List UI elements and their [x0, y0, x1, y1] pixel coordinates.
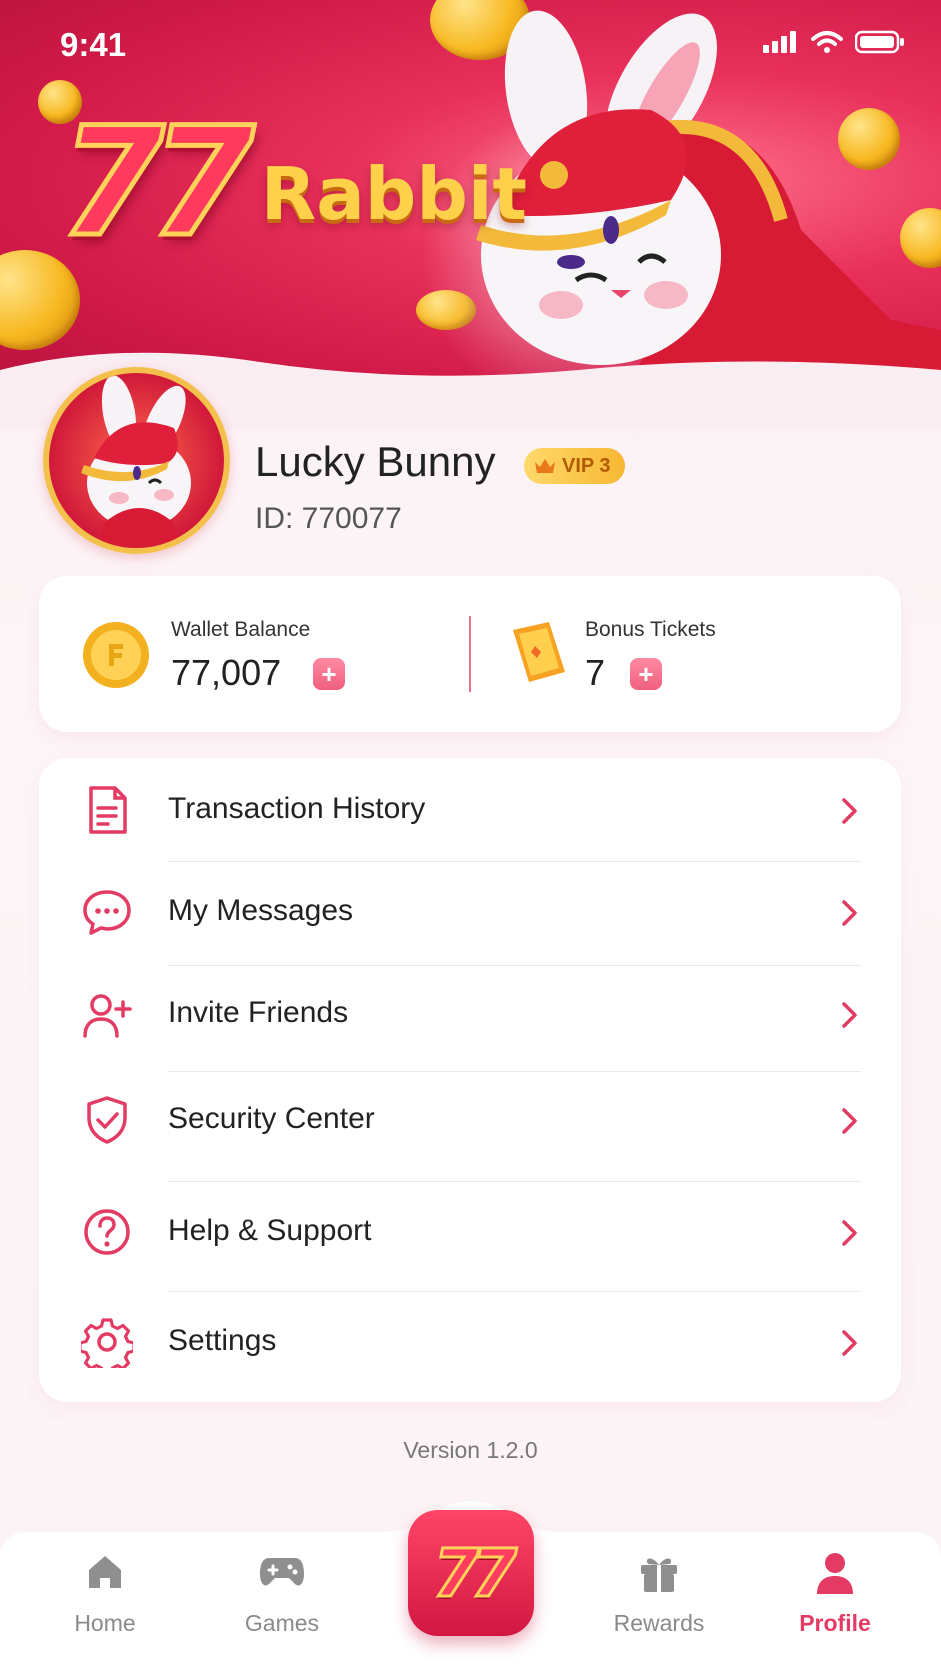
menu-item-label: My Messages — [168, 894, 354, 927]
menu-item-label: Settings — [168, 1324, 277, 1357]
chevron-right-icon — [842, 900, 857, 926]
ticket-icon — [513, 622, 565, 682]
home-icon — [89, 1556, 121, 1588]
shield-check-icon — [87, 1096, 127, 1144]
chevron-right-icon — [842, 1220, 857, 1246]
app-logo: 77 Rabbit — [58, 96, 527, 270]
tab-games[interactable]: Games — [202, 1520, 362, 1660]
crown-icon — [535, 459, 555, 473]
menu-item-transaction-history[interactable]: Transaction History — [39, 758, 901, 862]
menu-list: Transaction History My Messages Invite F… — [39, 758, 901, 1402]
question-circle-icon — [84, 1209, 130, 1255]
wallet-divider — [469, 616, 471, 692]
gift-icon — [641, 1558, 677, 1592]
signal-icon — [763, 31, 796, 53]
person-icon — [817, 1553, 853, 1594]
tab-label: Rewards — [613, 1610, 705, 1636]
vip-badge: VIP 3 — [524, 448, 625, 484]
hero-banner: 9:41 77 Rabbit — [0, 0, 941, 400]
document-icon — [89, 786, 127, 834]
tab-label: Profile — [799, 1610, 871, 1636]
chevron-right-icon — [842, 1108, 857, 1134]
gamepad-icon — [260, 1558, 304, 1586]
tab-label: Home — [74, 1610, 136, 1636]
avatar-rabbit-icon — [81, 375, 191, 548]
avatar[interactable] — [43, 367, 230, 554]
chevron-right-icon — [842, 798, 857, 824]
menu-item-my-messages[interactable]: My Messages — [39, 862, 901, 966]
menu-divider — [168, 1291, 861, 1292]
tab-label: Games — [244, 1610, 320, 1636]
wifi-icon — [811, 31, 843, 53]
app-version: Version 1.2.0 — [403, 1437, 538, 1463]
menu-item-settings[interactable]: Settings — [39, 1294, 901, 1398]
bonus-tickets-value: 7 — [585, 652, 606, 693]
user-id: ID: 770077 — [255, 502, 402, 535]
menu-item-label: Help & Support — [168, 1214, 372, 1247]
chevron-right-icon — [842, 1330, 857, 1356]
wallet-balance-value: 77,007 — [171, 652, 282, 693]
battery-icon — [855, 30, 904, 54]
gold-coin-icon — [83, 622, 149, 688]
add-tickets-button[interactable]: + — [630, 658, 662, 690]
user-name: Lucky Bunny — [255, 438, 496, 485]
logo-word: Rabbit — [260, 152, 527, 236]
center-button-logo: 77 — [432, 1533, 519, 1613]
menu-item-label: Transaction History — [168, 792, 426, 825]
menu-divider — [168, 1181, 861, 1182]
add-balance-button[interactable]: + — [313, 658, 345, 690]
tab-profile[interactable]: Profile — [755, 1520, 915, 1660]
logo-number: 77 — [58, 96, 258, 270]
chat-bubble-icon — [83, 890, 131, 935]
menu-divider — [168, 1071, 861, 1072]
menu-item-label: Invite Friends — [168, 996, 349, 1029]
center-play-button[interactable]: 77 — [408, 1510, 534, 1636]
vip-label: VIP 3 — [562, 454, 611, 477]
menu-item-help-support[interactable]: Help & Support — [39, 1184, 901, 1288]
status-icons — [763, 30, 905, 54]
wallet-card: Wallet Balance 77,007 + Bonus Tickets 7 … — [39, 576, 901, 732]
chevron-right-icon — [842, 1002, 857, 1028]
bonus-tickets-label: Bonus Tickets — [585, 618, 716, 641]
menu-item-invite-friends[interactable]: Invite Friends — [39, 966, 901, 1070]
wallet-balance-label: Wallet Balance — [171, 618, 311, 641]
gear-icon — [81, 1318, 133, 1368]
menu-item-label: Security Center — [168, 1102, 375, 1135]
status-bar: 9:41 — [0, 0, 941, 90]
tab-home[interactable]: Home — [25, 1520, 185, 1660]
menu-item-security-center[interactable]: Security Center — [39, 1074, 901, 1178]
tab-rewards[interactable]: Rewards — [579, 1520, 739, 1660]
add-user-icon — [83, 994, 132, 1038]
status-time: 9:41 — [60, 26, 127, 63]
